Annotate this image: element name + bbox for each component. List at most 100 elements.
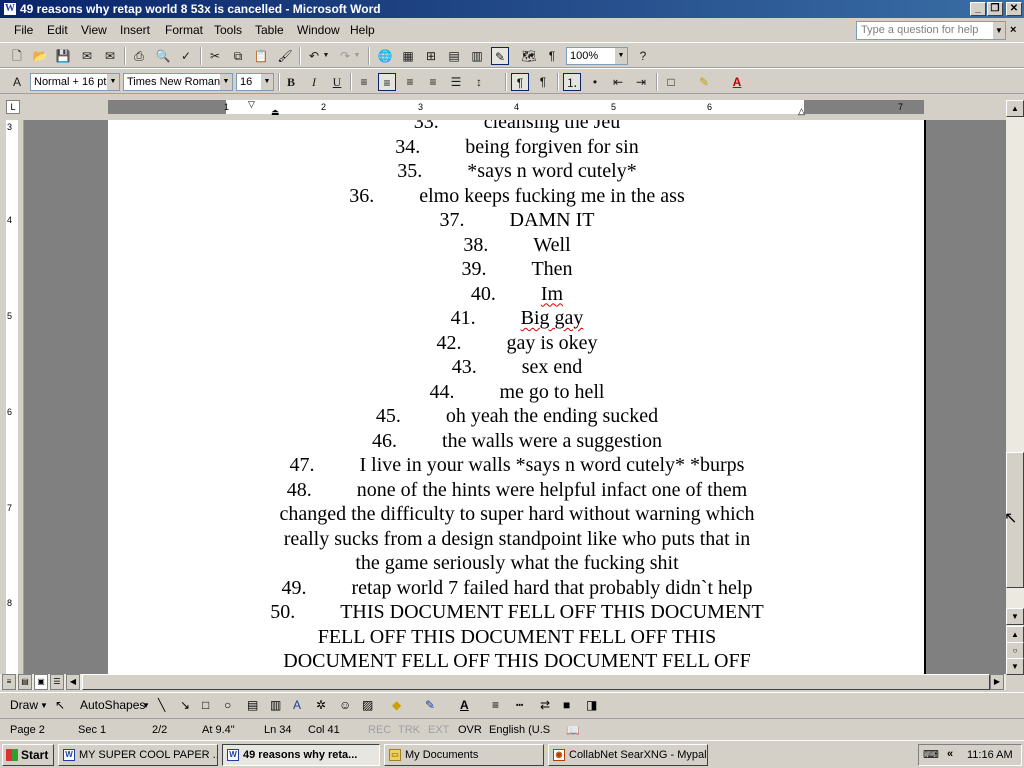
web-layout-icon[interactable]: ▤ bbox=[18, 674, 32, 690]
arrow-style-icon[interactable]: ⇄ bbox=[540, 698, 550, 712]
print-icon[interactable]: ⎙ bbox=[130, 47, 148, 65]
line-spacing-icon[interactable]: ↕ bbox=[470, 73, 488, 91]
zoom-dropdown-icon[interactable]: ▼ bbox=[615, 48, 627, 64]
hyperlink-icon[interactable]: 🌐 bbox=[376, 47, 394, 65]
status-rec[interactable]: REC bbox=[368, 724, 391, 736]
format-painter-icon[interactable]: 🖌 bbox=[276, 47, 294, 65]
select-objects-icon[interactable]: ↖ bbox=[55, 698, 65, 712]
next-page-icon[interactable]: ▼ bbox=[1006, 658, 1024, 675]
shadow-style-icon[interactable]: ■ bbox=[563, 698, 570, 712]
tables-borders-icon[interactable]: ▦ bbox=[399, 47, 417, 65]
right-indent-icon[interactable]: △ bbox=[798, 104, 805, 118]
arrow-icon[interactable]: ↘ bbox=[180, 698, 190, 712]
numbering-icon[interactable]: ⒈ bbox=[563, 73, 581, 91]
dash-style-icon[interactable]: ┅ bbox=[516, 698, 523, 712]
menu-file[interactable]: File bbox=[14, 23, 33, 37]
menu-edit[interactable]: Edit bbox=[47, 23, 68, 37]
clock[interactable]: 11:16 AM bbox=[967, 749, 1013, 761]
3d-style-icon[interactable]: ◨ bbox=[586, 698, 597, 712]
distributed-icon[interactable]: ☰ bbox=[447, 73, 465, 91]
wordart-icon[interactable]: A bbox=[293, 698, 301, 712]
menu-window[interactable]: Window bbox=[297, 23, 340, 37]
status-trk[interactable]: TRK bbox=[398, 724, 420, 736]
draw-menu-button[interactable]: Draw bbox=[10, 698, 38, 712]
autoshapes-dropdown-icon[interactable]: ▼ bbox=[142, 701, 150, 710]
status-ovr[interactable]: OVR bbox=[458, 724, 482, 736]
spelling-status-icon[interactable]: 📖 bbox=[566, 724, 580, 737]
menu-insert[interactable]: Insert bbox=[120, 23, 150, 37]
bullets-icon[interactable]: • bbox=[586, 73, 604, 91]
scroll-left-icon[interactable]: ◀ bbox=[66, 674, 80, 690]
align-center-icon[interactable]: ≡ bbox=[378, 73, 396, 91]
font-color-icon[interactable]: A bbox=[728, 73, 746, 91]
diagram-icon[interactable]: ✲ bbox=[316, 698, 326, 712]
horizontal-scrollbar[interactable]: ≡ ▤ ▣ ☰ ◀ ▶ bbox=[0, 674, 1006, 690]
menu-tools[interactable]: Tools bbox=[214, 23, 242, 37]
undo-dropdown-icon[interactable]: ▼ bbox=[322, 47, 330, 65]
border-icon[interactable]: □ bbox=[662, 73, 680, 91]
columns-icon[interactable]: ▥ bbox=[468, 47, 486, 65]
undo-icon[interactable]: ↶ bbox=[305, 47, 323, 65]
highlight-icon[interactable]: ✎ bbox=[695, 73, 713, 91]
document-map-icon[interactable]: 🗺 bbox=[520, 47, 538, 65]
font-color-draw-icon[interactable]: A bbox=[460, 698, 469, 712]
task-button-paper[interactable]: W MY SUPER COOL PAPER ... bbox=[58, 744, 218, 766]
text-box-icon[interactable]: ▤ bbox=[247, 698, 258, 712]
menu-help[interactable]: Help bbox=[350, 23, 375, 37]
word-app-icon[interactable]: W bbox=[3, 2, 17, 16]
line-style-icon[interactable]: ≡ bbox=[492, 698, 499, 712]
cut-icon[interactable]: ✂ bbox=[206, 47, 224, 65]
style-select[interactable]: Normal + 16 pt ▼ bbox=[30, 73, 120, 91]
help-icon[interactable]: ? bbox=[634, 47, 652, 65]
first-line-indent-icon[interactable]: ▽ bbox=[248, 97, 255, 111]
select-browse-object-icon[interactable]: ○ bbox=[1006, 642, 1024, 659]
font-select[interactable]: Times New Roman ▼ bbox=[123, 73, 233, 91]
spelling-icon[interactable]: ✓ bbox=[177, 47, 195, 65]
copy-icon[interactable]: ⧉ bbox=[229, 47, 247, 65]
draw-dropdown-icon[interactable]: ▼ bbox=[40, 701, 48, 710]
keyboard-icon[interactable]: ⌨ bbox=[923, 748, 939, 761]
redo-dropdown-icon[interactable]: ▼ bbox=[353, 47, 361, 65]
insert-picture-icon[interactable]: ▨ bbox=[362, 698, 373, 712]
font-dropdown-icon[interactable]: ▼ bbox=[220, 74, 232, 90]
left-indent-icon[interactable]: ⏏ bbox=[271, 105, 280, 119]
document-page[interactable]: 33. cleansing the Jeu 34. being forgiven… bbox=[108, 120, 926, 674]
line-color-icon[interactable]: ✎ bbox=[425, 698, 435, 712]
email-icon[interactable]: ✉ bbox=[101, 47, 119, 65]
line-icon[interactable]: ╲ bbox=[158, 698, 165, 712]
ltr-icon[interactable]: ¶ bbox=[511, 73, 529, 91]
task-button-my-documents[interactable]: ▭ My Documents bbox=[384, 744, 544, 766]
permission-icon[interactable]: ✉ bbox=[78, 47, 96, 65]
document-text[interactable]: 33. cleansing the Jeu 34. being forgiven… bbox=[108, 120, 926, 674]
drawing-icon[interactable]: ✎ bbox=[491, 47, 509, 65]
italic-icon[interactable]: I bbox=[305, 73, 323, 91]
print-layout-icon[interactable]: ▣ bbox=[34, 674, 48, 690]
maximize-button[interactable]: ❐ bbox=[987, 2, 1003, 16]
redo-icon[interactable]: ↷ bbox=[336, 47, 354, 65]
menu-view[interactable]: View bbox=[81, 23, 107, 37]
tab-selector-icon[interactable]: L bbox=[6, 100, 20, 114]
close-document-icon[interactable]: × bbox=[1010, 24, 1016, 36]
help-dropdown-icon[interactable]: ▼ bbox=[993, 22, 1005, 39]
scroll-right-icon[interactable]: ▶ bbox=[990, 674, 1004, 690]
normal-view-icon[interactable]: ≡ bbox=[2, 674, 16, 690]
fill-color-icon[interactable]: ◆ bbox=[392, 698, 401, 712]
print-preview-icon[interactable]: 🔍 bbox=[154, 47, 172, 65]
justify-icon[interactable]: ≡ bbox=[424, 73, 442, 91]
increase-indent-icon[interactable]: ⇥ bbox=[632, 73, 650, 91]
styles-formatting-icon[interactable]: A bbox=[8, 73, 26, 91]
oval-icon[interactable]: ○ bbox=[224, 698, 231, 712]
status-ext[interactable]: EXT bbox=[428, 724, 449, 736]
previous-page-icon[interactable]: ▲ bbox=[1006, 626, 1024, 643]
task-button-browser[interactable]: ◉ CollabNet SearXNG - Mypal bbox=[548, 744, 708, 766]
menu-table[interactable]: Table bbox=[255, 23, 284, 37]
help-question-input[interactable]: Type a question for help ▼ bbox=[856, 21, 1006, 40]
insert-table-icon[interactable]: ⊞ bbox=[422, 47, 440, 65]
autoshapes-menu-button[interactable]: AutoShapes bbox=[80, 698, 145, 712]
vertical-ruler[interactable]: 3 4 5 6 7 8 bbox=[0, 120, 24, 674]
clip-art-icon[interactable]: ☺ bbox=[339, 698, 351, 712]
insert-excel-icon[interactable]: ▤ bbox=[445, 47, 463, 65]
bold-icon[interactable]: B bbox=[282, 73, 300, 91]
menu-format[interactable]: Format bbox=[165, 23, 203, 37]
scroll-down-icon[interactable]: ▼ bbox=[1006, 608, 1024, 625]
